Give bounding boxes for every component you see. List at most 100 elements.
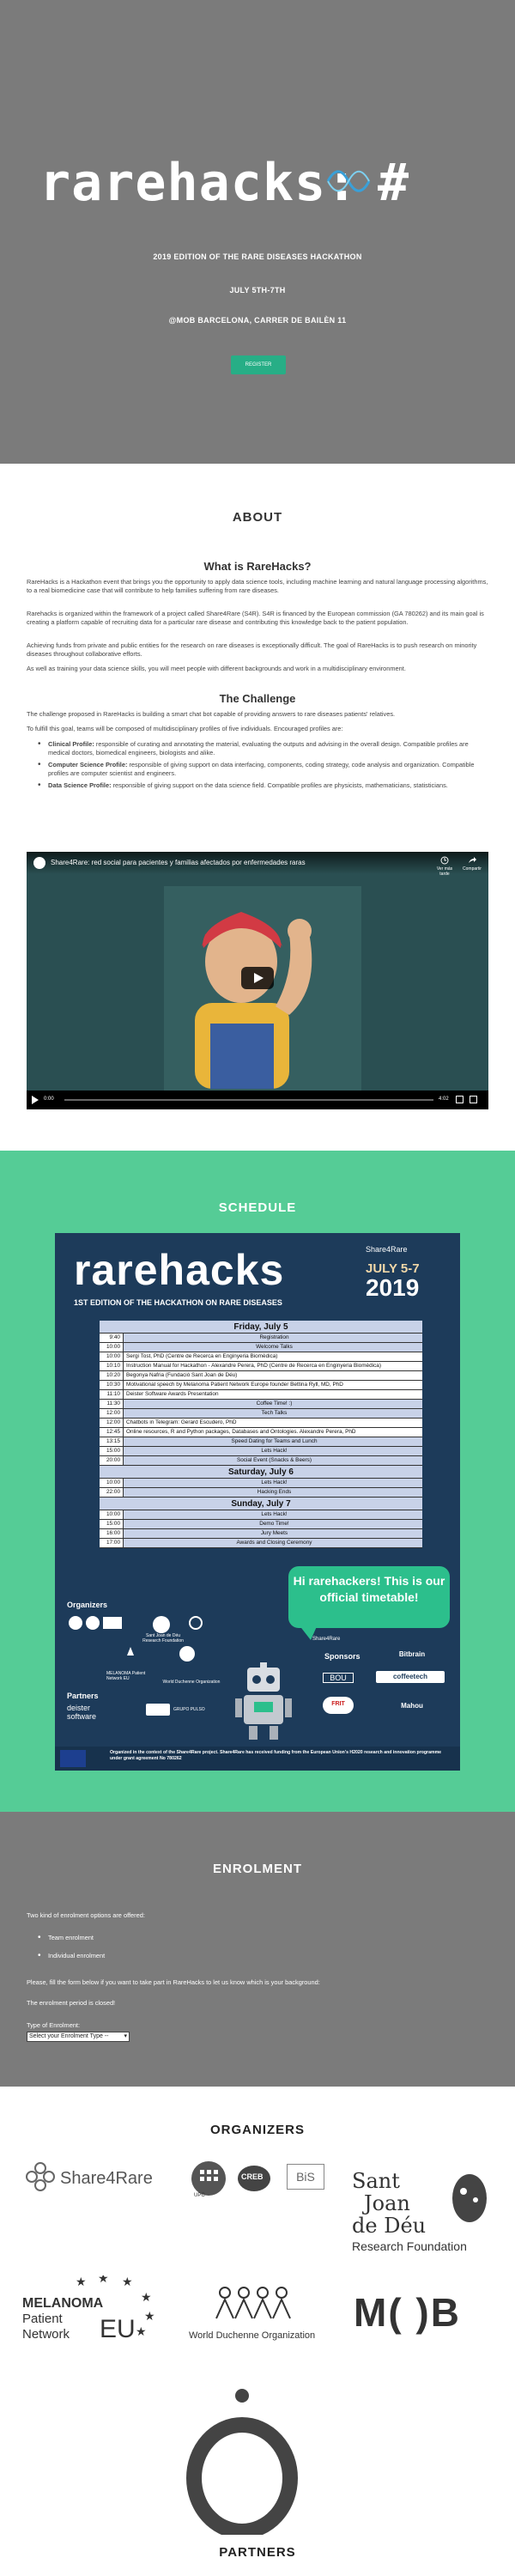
robot-illustration <box>235 1662 292 1740</box>
table-row: 12:45 Online resources, R and Python pack… <box>100 1428 422 1437</box>
poster-mpn-logo: MELANOMA Patient Network EU <box>106 1671 146 1681</box>
melanoma-logo-line1: MELANOMA <box>22 2296 104 2311</box>
table-row: 22:00 Hacking Ends <box>100 1488 422 1498</box>
day-header: Friday, July 5 <box>100 1321 422 1334</box>
svg-text:★: ★ <box>136 2324 147 2337</box>
table-row: 11:10 Deister Software Awards Presentatio… <box>100 1390 422 1400</box>
about-paragraph-1: RareHacks is a Hackathon event that brin… <box>27 578 488 594</box>
profile-item: Data Science Profile: responsible of giv… <box>38 781 490 790</box>
table-row: 13:15 Speed Dating for Teams and Lunch <box>100 1437 422 1447</box>
eu-flag-icon <box>60 1750 86 1767</box>
video-player[interactable]: Share4Rare: red social para pacientes y … <box>27 852 488 1109</box>
timetable: Friday, July 5 9:40 Registration 10:00 Wel… <box>100 1321 422 1548</box>
table-row: 15:00 Lets Hack! <box>100 1447 422 1456</box>
hero-section: rarehacks: # 2019 EDITION OF THE RARE DI… <box>0 0 515 464</box>
poster-bou-logo: BOU <box>323 1673 354 1683</box>
enrolment-type-label: Type of Enrolment: <box>27 2021 81 2029</box>
about-paragraph-2: Rarehacks is organized within the framew… <box>27 610 484 626</box>
upc-icon <box>191 2161 226 2196</box>
poster-year: 2019 <box>366 1274 420 1301</box>
channel-avatar[interactable] <box>33 857 45 869</box>
poster-frit-logo: FRIT <box>331 1701 345 1707</box>
table-row: 15:00 Demo Time! <box>100 1520 422 1529</box>
bis-logo: BiS <box>287 2164 324 2190</box>
svg-text:★: ★ <box>76 2275 87 2288</box>
poster-footer-text: Organized in the context of the Share4Ra… <box>110 1750 442 1761</box>
poster-mahou-logo: Mahou <box>401 1702 423 1710</box>
edition-heading: 2019 EDITION OF THE RARE DISEASES HACKAT… <box>153 252 362 261</box>
poster-brand: Share4Rare <box>366 1245 408 1254</box>
poster-coffeetech-logo: coffeetech <box>392 1673 427 1680</box>
challenge-title: The Challenge <box>219 692 296 705</box>
enrolment-title: ENROLMENT <box>213 1862 302 1876</box>
schedule-poster: rarehacks 1ST EDITION OF THE HACKATHON O… <box>55 1233 460 1771</box>
enrolment-closed-notice: The enrolment period is closed! <box>27 1999 116 2007</box>
about-paragraph-3: Achieving funds from private and public … <box>27 641 477 658</box>
poster-deister-logo: deister software <box>67 1704 97 1721</box>
table-row: 11:30 Coffee Time! :) <box>100 1400 422 1409</box>
poster-s4r-logo: Share4Rare <box>312 1637 341 1642</box>
settings-icon[interactable] <box>456 1096 464 1103</box>
schedule-section: SCHEDULE rarehacks 1ST EDITION OF THE HA… <box>0 1151 515 1812</box>
video-title[interactable]: Share4Rare: red social para pacientes y … <box>51 859 306 866</box>
poster-footer: Organized in the context of the Share4Ra… <box>55 1747 460 1771</box>
video-controls: 0:00 4:02 <box>27 1091 488 1109</box>
organizers-section: ORGANIZERS Share4Rare UPC CREB BiS Sant … <box>0 2087 515 2576</box>
table-row: 10:00 Lets Hack! <box>100 1510 422 1520</box>
about-title: ABOUT <box>232 510 283 525</box>
svg-text:★: ★ <box>144 2309 155 2323</box>
melanoma-logo-line2: Patient <box>22 2312 63 2326</box>
fullscreen-icon[interactable] <box>470 1096 477 1103</box>
share4rare-logo: Share4Rare <box>60 2169 153 2188</box>
poster-partners-label: Partners <box>67 1692 99 1700</box>
sjd-emblem-icon <box>452 2174 487 2222</box>
table-row: 17:00 Awards and Closing Ceremony <box>100 1539 422 1548</box>
register-button[interactable]: REGISTER <box>231 355 286 374</box>
dna-wave-icon <box>326 170 371 192</box>
play-icon[interactable] <box>32 1096 39 1104</box>
poster-sponsors-label: Sponsors <box>324 1652 360 1661</box>
enrolment-intro: Two kind of enrolment options are offere… <box>27 1911 145 1919</box>
poster-organizers-label: Organizers <box>67 1601 108 1609</box>
svg-text:★: ★ <box>141 2290 152 2304</box>
table-row: 10:10 Instruction Manual for Hackathon - … <box>100 1362 422 1371</box>
schedule-title: SCHEDULE <box>218 1200 297 1215</box>
table-row: 10:30 Motivational speech by Melanoma Pat… <box>100 1381 422 1390</box>
share-button[interactable]: Compartir <box>460 856 484 872</box>
watch-later-button[interactable]: Ver más tarde <box>435 856 454 877</box>
day-header: Saturday, July 6 <box>100 1466 422 1479</box>
organizers-title: ORGANIZERS <box>209 2123 305 2137</box>
sjd-logo-line4: Research Foundation <box>352 2239 467 2253</box>
clock-icon <box>440 856 449 865</box>
current-time: 0:00 <box>44 1097 54 1102</box>
profiles-list: Clinical Profile: responsible of curatin… <box>38 740 490 793</box>
play-button[interactable] <box>241 967 274 989</box>
poster-sjd-logo: Sant Joan de Déu Research Foundation <box>142 1633 184 1643</box>
melanoma-logo-eu: EU <box>100 2315 136 2343</box>
progress-bar[interactable] <box>64 1099 433 1101</box>
wdo-logo: World Duchenne Organization <box>189 2330 316 2341</box>
table-row: 20:00 Social Event (Snacks & Beers) <box>100 1456 422 1466</box>
table-row: 10:00 Welcome Talks <box>100 1343 422 1352</box>
table-row: 10:00 Sergi Tost, PhD (Centre de Recerca … <box>100 1352 422 1362</box>
share4rare-icon <box>26 2162 55 2191</box>
challenge-paragraph-1: The challenge proposed in RareHacks is b… <box>27 710 396 718</box>
table-row: 9:40 Registration <box>100 1334 422 1343</box>
table-row: 16:00 Jury Meets <box>100 1529 422 1539</box>
enrolment-type-select[interactable]: Select your Enrolment Type -- <box>27 2032 130 2042</box>
enrolment-options: Team enrolment Individual enrolment <box>38 1933 105 1970</box>
partners-title: PARTNERS <box>219 2545 296 2560</box>
sjd-logo-line3: de Déu <box>352 2214 427 2238</box>
poster-gp-logo: GRUPO PULSO <box>173 1707 205 1712</box>
profile-item: Computer Science Profile: responsible of… <box>38 761 490 778</box>
upc-label: UPC <box>194 2193 205 2198</box>
site-logo: rarehacks: <box>39 153 359 213</box>
mob-logo: M( )B <box>354 2290 461 2335</box>
creb-logo: CREB <box>241 2172 264 2181</box>
melanoma-logo-line3: Network <box>22 2327 70 2342</box>
video-duration: 4:02 <box>439 1097 449 1102</box>
site-logo-hash: # <box>378 153 409 213</box>
challenge-paragraph-2: To fulfill this goal, teams will be comp… <box>27 725 343 732</box>
o-logo-icon <box>186 2389 298 2535</box>
enrolment-instructions: Please, fill the form below if you want … <box>27 1978 320 1986</box>
